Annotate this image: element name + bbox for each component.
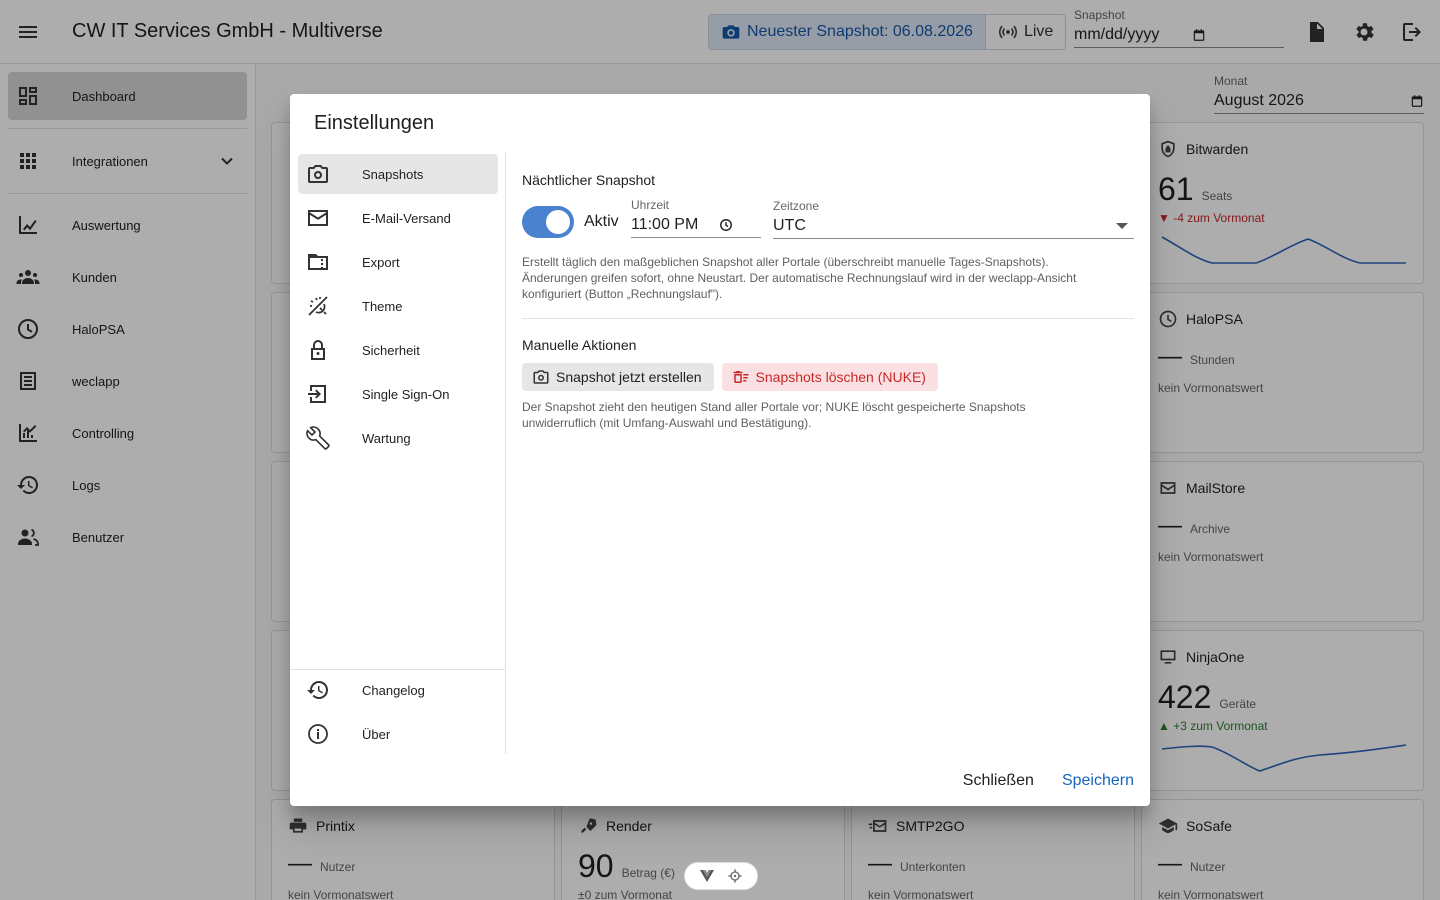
nav-item-label: E-Mail-Versand <box>362 210 451 226</box>
lock-icon <box>306 338 330 362</box>
dialog-title: Einstellungen <box>314 112 435 134</box>
settings-dialog: Einstellungen Snapshots E-Mail-Versand E… <box>290 94 1150 806</box>
help-line: Änderungen greifen sofort, ohne Neustart… <box>522 271 1077 285</box>
timezone-value: UTC <box>773 217 806 234</box>
help-line: konfiguriert (Button „Rechnungslauf"). <box>522 287 723 301</box>
nightly-help-text: Erstellt täglich den maßgeblichen Snapsh… <box>522 254 1134 302</box>
nav-item-label: Wartung <box>362 430 411 446</box>
create-snapshot-label: Snapshot jetzt erstellen <box>556 369 702 385</box>
info-icon <box>306 722 330 746</box>
time-label: Uhrzeit <box>631 198 670 212</box>
help-line: Erstellt täglich den maßgeblichen Snapsh… <box>522 255 1049 269</box>
close-button[interactable]: Schließen <box>963 772 1034 790</box>
nav-item-sso[interactable]: Single Sign-On <box>298 374 498 414</box>
caret-down-icon[interactable] <box>1116 222 1128 230</box>
camera-icon <box>306 162 330 186</box>
help-line: unwiderruflich (mit Umfang-Auswahl und B… <box>522 416 812 430</box>
manual-actions-title: Manuelle Aktionen <box>522 337 637 353</box>
nav-item-label: Snapshots <box>362 166 424 182</box>
toggle-knob <box>546 210 570 234</box>
time-field[interactable]: Uhrzeit 11:00 PM <box>631 198 761 238</box>
nav-item-label: Export <box>362 254 400 270</box>
nav-item-changelog[interactable]: Changelog <box>298 670 498 710</box>
nav-item-label: Single Sign-On <box>362 386 450 402</box>
nuke-snapshots-label: Snapshots löschen (NUKE) <box>755 369 926 385</box>
nav-item-email[interactable]: E-Mail-Versand <box>298 198 498 238</box>
save-button[interactable]: Speichern <box>1062 772 1134 790</box>
floating-toolbar <box>684 862 758 890</box>
camera-icon <box>532 368 550 386</box>
folder-icon <box>306 250 330 274</box>
nav-item-sicherheit[interactable]: Sicherheit <box>298 330 498 370</box>
login-icon <box>306 382 330 406</box>
nightly-active-toggle[interactable] <box>522 206 574 238</box>
nav-item-snapshots[interactable]: Snapshots <box>298 154 498 194</box>
manual-actions: Snapshot jetzt erstellen Snapshots lösch… <box>522 363 938 391</box>
nav-item-export[interactable]: Export <box>298 242 498 282</box>
timezone-select[interactable]: Zeitzone UTC <box>773 199 1134 239</box>
settings-nav: Snapshots E-Mail-Versand Export Theme Si… <box>290 152 506 754</box>
nuke-snapshots-button[interactable]: Snapshots löschen (NUKE) <box>721 363 938 391</box>
nav-item-ueber[interactable]: Über <box>298 714 498 754</box>
delete-sweep-icon <box>732 368 750 386</box>
wrench-icon <box>306 426 330 450</box>
nav-item-label: Theme <box>362 298 403 314</box>
dialog-actions: Schließen Speichern <box>963 772 1134 790</box>
nav-item-wartung[interactable]: Wartung <box>298 418 498 458</box>
nav-item-label: Über <box>362 726 391 742</box>
mail-icon <box>306 206 330 230</box>
help-line: Der Snapshot zieht den heutigen Stand al… <box>522 400 1026 414</box>
nightly-snapshot-title: Nächtlicher Snapshot <box>522 172 656 188</box>
timezone-label: Zeitzone <box>773 199 820 213</box>
nav-item-theme[interactable]: Theme <box>298 286 498 326</box>
toggle-label: Aktiv <box>584 213 619 230</box>
nav-item-label: Sicherheit <box>362 342 420 358</box>
section-divider <box>522 318 1134 319</box>
time-value: 11:00 PM <box>631 216 699 233</box>
history-icon <box>306 678 330 702</box>
vue-logo-icon[interactable] <box>699 870 714 882</box>
nav-item-label: Changelog <box>362 682 425 698</box>
create-snapshot-button[interactable]: Snapshot jetzt erstellen <box>522 363 714 391</box>
clock-icon[interactable] <box>719 218 733 232</box>
target-icon[interactable] <box>727 868 743 884</box>
manual-help-text: Der Snapshot zieht den heutigen Stand al… <box>522 399 1134 431</box>
theme-icon <box>306 294 330 318</box>
